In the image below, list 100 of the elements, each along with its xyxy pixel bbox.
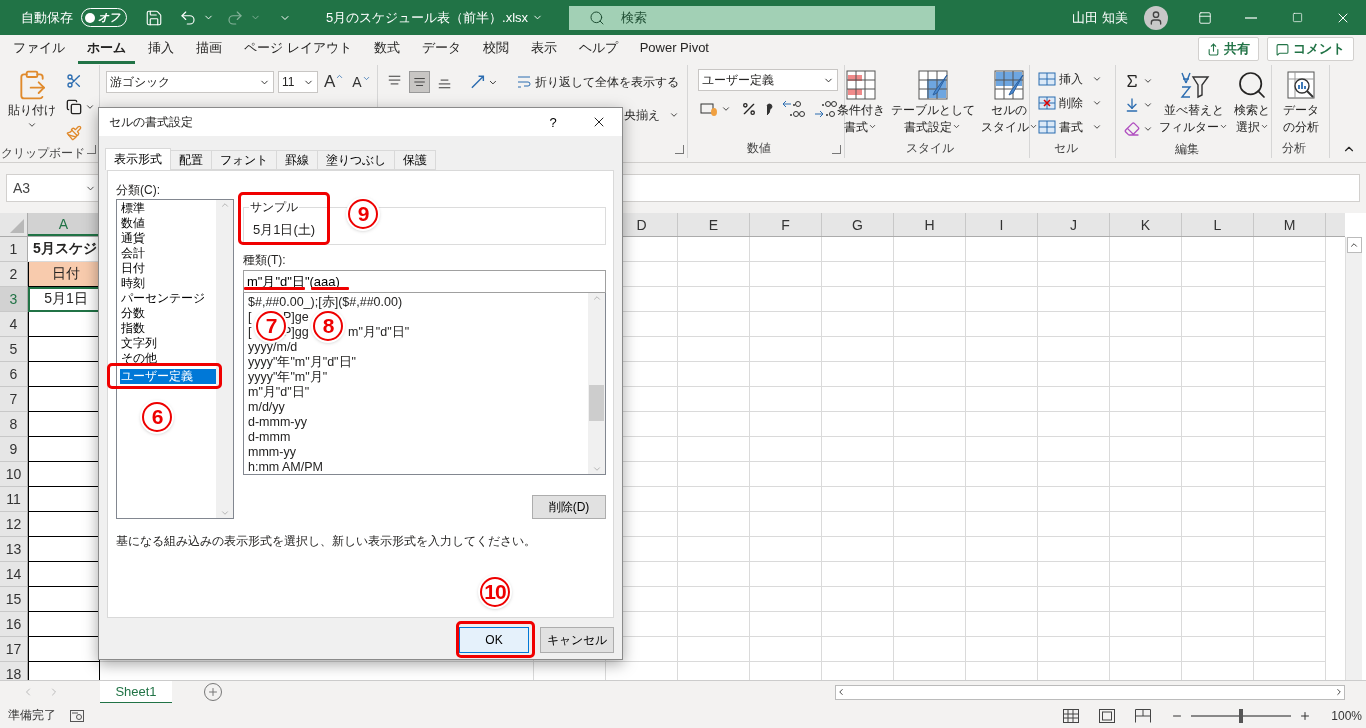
table-cell[interactable] — [28, 612, 100, 637]
vertical-scrollbar[interactable] — [1345, 237, 1362, 680]
undo-icon[interactable] — [179, 8, 197, 27]
dialog-tab[interactable]: フォント — [211, 150, 277, 170]
row-header[interactable]: 7 — [0, 387, 28, 412]
category-item[interactable]: 指数 — [120, 321, 216, 336]
category-item[interactable]: 通貨 — [120, 231, 216, 246]
category-item[interactable]: ユーザー定義 — [120, 369, 216, 384]
ribbon-tab[interactable]: 描画 — [187, 34, 231, 64]
wrap-text-button[interactable]: 折り返して全体を表示する — [514, 70, 681, 94]
format-item[interactable]: mmm-yy — [248, 445, 588, 460]
table-cell[interactable] — [28, 512, 100, 537]
ribbon-tab[interactable]: ヘルプ — [569, 34, 627, 64]
ribbon-tab[interactable]: 数式 — [364, 34, 409, 64]
row-header[interactable]: 8 — [0, 412, 28, 437]
format-item[interactable]: yyyy/m/d — [248, 340, 588, 355]
row-header[interactable]: 3 — [0, 287, 28, 312]
table-cell[interactable] — [28, 462, 100, 487]
dialog-tab[interactable]: 配置 — [170, 150, 212, 170]
category-item[interactable]: 文字列 — [120, 336, 216, 351]
search-field[interactable]: 検索 — [569, 5, 935, 30]
ok-button[interactable]: OK — [459, 627, 529, 653]
row-header[interactable]: 13 — [0, 537, 28, 562]
row-header[interactable]: 11 — [0, 487, 28, 512]
ribbon-tab[interactable]: ページ レイアウト — [235, 34, 361, 64]
shrink-font-button[interactable]: A — [350, 74, 373, 90]
normal-view-icon[interactable] — [1063, 708, 1080, 723]
table-cell[interactable]: 日付 — [28, 262, 100, 287]
table-cell[interactable] — [28, 587, 100, 612]
table-cell[interactable] — [28, 537, 100, 562]
merge-center-button[interactable]: 央揃え — [622, 103, 681, 127]
page-layout-view-icon[interactable] — [1099, 708, 1116, 723]
format-item[interactable]: $#,##0.00_);[赤]($#,##0.00) — [248, 295, 588, 310]
font-name-select[interactable]: 游ゴシック — [106, 71, 274, 93]
table-cell[interactable] — [28, 362, 100, 387]
name-box[interactable]: A3 — [6, 174, 101, 202]
table-cell[interactable] — [28, 337, 100, 362]
dialog-tab[interactable]: 罫線 — [276, 150, 318, 170]
redo-icon[interactable] — [226, 8, 244, 27]
category-item[interactable]: 数値 — [120, 216, 216, 231]
ribbon-tab[interactable]: ホーム — [78, 34, 135, 64]
row-header[interactable]: 4 — [0, 312, 28, 337]
table-cell[interactable] — [28, 312, 100, 337]
help-button[interactable]: ? — [530, 108, 576, 136]
grow-font-button[interactable]: A — [322, 72, 347, 92]
row-header[interactable]: 14 — [0, 562, 28, 587]
row-header[interactable]: 5 — [0, 337, 28, 362]
format-item[interactable]: h:mm AM/PM — [248, 460, 588, 474]
dialog-tab[interactable]: 保護 — [394, 150, 436, 170]
row-header[interactable]: 18 — [0, 662, 28, 680]
font-size-select[interactable]: 11 — [278, 71, 318, 93]
comment-button[interactable]: コメント — [1267, 37, 1354, 61]
category-item[interactable]: 時刻 — [120, 276, 216, 291]
middle-align-icon[interactable] — [409, 71, 431, 93]
paste-button[interactable]: 貼り付け — [6, 69, 58, 145]
category-item[interactable]: 分数 — [120, 306, 216, 321]
number-format-select[interactable]: ユーザー定義 — [698, 69, 838, 91]
table-cell[interactable] — [28, 637, 100, 662]
launcher-icon[interactable] — [87, 145, 96, 154]
format-item[interactable]: d-mmm — [248, 430, 588, 445]
format-item[interactable]: d-mmm-yy — [248, 415, 588, 430]
column-header[interactable]: A — [28, 213, 100, 236]
row-header[interactable]: 6 — [0, 362, 28, 387]
table-cell[interactable] — [28, 562, 100, 587]
row-header[interactable]: 15 — [0, 587, 28, 612]
dialog-tab[interactable]: 塗りつぶし — [317, 150, 395, 170]
row-header[interactable]: 17 — [0, 637, 28, 662]
scrollbar[interactable] — [216, 200, 233, 518]
ribbon-tab[interactable]: Power Pivot — [630, 36, 718, 62]
launcher-icon[interactable] — [832, 145, 841, 154]
row-header[interactable]: 1 — [0, 237, 28, 262]
increase-decimal-icon[interactable] — [781, 99, 805, 119]
horizontal-scrollbar[interactable] — [835, 684, 1345, 700]
sort-filter-button[interactable]: 並べ替えと フィルター — [1157, 69, 1230, 141]
row-header[interactable]: 10 — [0, 462, 28, 487]
table-cell[interactable] — [28, 662, 100, 680]
delete-button[interactable]: 削除(D) — [532, 495, 606, 519]
scroll-up-button[interactable] — [1346, 237, 1362, 253]
find-select-button[interactable]: 検索と 選択 — [1232, 69, 1272, 141]
sheet-tab[interactable]: Sheet1 — [100, 680, 172, 704]
format-item-fragment[interactable]: m"月"d"日" — [348, 325, 410, 340]
row-header[interactable]: 9 — [0, 437, 28, 462]
row-header[interactable]: 16 — [0, 612, 28, 637]
table-cell[interactable] — [28, 387, 100, 412]
dialog-tab[interactable]: 表示形式 — [105, 148, 171, 170]
format-item[interactable]: m/d/yy — [248, 400, 588, 415]
user-avatar[interactable] — [1144, 5, 1168, 30]
format-input[interactable]: m"月"d"日"(aaa) — [243, 270, 606, 293]
scrollbar[interactable] — [588, 293, 605, 474]
share-button[interactable]: 共有 — [1198, 37, 1259, 61]
format-item-fragment[interactable]: P]ge — [283, 310, 309, 325]
format-item[interactable]: yyyy"年"m"月"d"日" — [248, 355, 588, 370]
table-cell[interactable] — [28, 437, 100, 462]
percent-icon[interactable] — [741, 101, 757, 117]
table-cell[interactable] — [28, 487, 100, 512]
launcher-icon[interactable] — [675, 145, 684, 154]
page-break-view-icon[interactable] — [1135, 708, 1152, 723]
format-item-fragment[interactable]: [ — [248, 325, 252, 340]
category-item[interactable]: 標準 — [120, 201, 216, 216]
macro-recording-icon[interactable] — [70, 709, 84, 722]
